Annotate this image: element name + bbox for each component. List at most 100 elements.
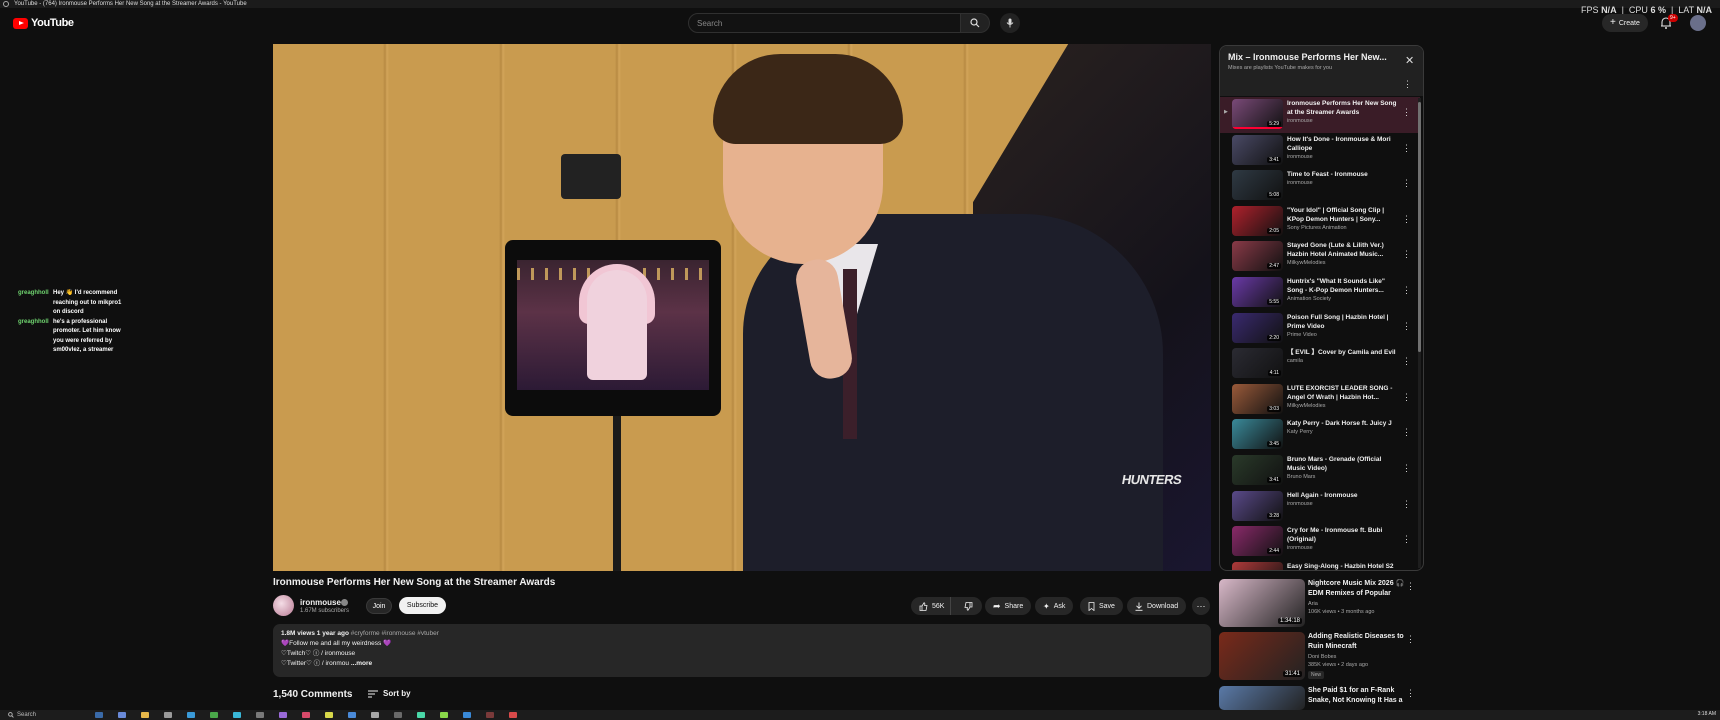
- taskbar-app-icon[interactable]: [279, 712, 287, 718]
- taskbar-app-icon[interactable]: [210, 712, 218, 718]
- playlist-item-thumbnail[interactable]: 5:55: [1232, 276, 1283, 307]
- more-vertical-icon[interactable]: ⋮: [1403, 79, 1412, 90]
- taskbar-app-icon[interactable]: [164, 712, 172, 718]
- playlist-item-title[interactable]: How It's Done - Ironmouse & Mori Calliop…: [1287, 135, 1397, 153]
- more-vertical-icon[interactable]: ⋮: [1406, 634, 1415, 645]
- taskbar-app-icon[interactable]: [256, 712, 264, 718]
- more-vertical-icon[interactable]: ⋮: [1402, 570, 1411, 571]
- playlist-item-thumbnail[interactable]: 3:41: [1232, 134, 1283, 165]
- more-vertical-icon[interactable]: ⋮: [1402, 392, 1411, 403]
- description-link-twitter-text[interactable]: ♡Twitter♡ ⓘ / ironmou: [281, 660, 349, 667]
- create-button[interactable]: + Create: [1602, 14, 1648, 32]
- voice-search-button[interactable]: [1000, 13, 1020, 33]
- taskbar-app-icon[interactable]: [348, 712, 356, 718]
- taskbar-search[interactable]: Search: [8, 711, 36, 719]
- playlist-item-thumbnail[interactable]: 5:29: [1232, 99, 1283, 129]
- more-vertical-icon[interactable]: ⋮: [1406, 688, 1415, 699]
- playlist-item[interactable]: 3:41 How It's Done - Ironmouse & Mori Ca…: [1220, 133, 1420, 169]
- more-vertical-icon[interactable]: ⋮: [1402, 178, 1411, 189]
- more-actions-button[interactable]: ⋯: [1192, 597, 1210, 615]
- playlist-item[interactable]: 3:45 Katy Perry - Dark Horse ft. Juicy J…: [1220, 417, 1420, 453]
- playlist-item[interactable]: 2:20 Poison Full Song | Hazbin Hotel | P…: [1220, 311, 1420, 347]
- hashtags[interactable]: #cryforme #ironmouse #vtuber: [351, 630, 439, 637]
- taskbar-app-icon[interactable]: [187, 712, 195, 718]
- playlist-item[interactable]: 5:55 Huntrix's "What It Sounds Like" Son…: [1220, 275, 1420, 311]
- taskbar-app-icon[interactable]: [463, 712, 471, 718]
- playlist-item-title[interactable]: Stayed Gone (Lute & Lilith Ver.) Hazbin …: [1287, 241, 1397, 259]
- more-vertical-icon[interactable]: ⋮: [1402, 107, 1411, 118]
- more-vertical-icon[interactable]: ⋮: [1402, 285, 1411, 296]
- taskbar-app-icon[interactable]: [486, 712, 494, 718]
- taskbar-app-icon[interactable]: [417, 712, 425, 718]
- show-more-link[interactable]: ...more: [351, 660, 372, 667]
- playlist-item-thumbnail[interactable]: 4:11: [1232, 348, 1283, 379]
- playlist-item-thumbnail[interactable]: 3:03: [1232, 383, 1283, 414]
- like-button[interactable]: 56K: [911, 597, 951, 615]
- search-input[interactable]: Search: [688, 13, 961, 33]
- playlist-item-thumbnail[interactable]: 2:05: [1232, 205, 1283, 236]
- recommended-channel[interactable]: Aria: [1308, 601, 1318, 607]
- subscribe-button[interactable]: Subscribe: [399, 597, 446, 614]
- taskbar-app-icon[interactable]: [509, 712, 517, 718]
- playlist-item-title[interactable]: Easy Sing-Along - Hazbin Hotel S2 | Prim…: [1287, 562, 1397, 570]
- more-vertical-icon[interactable]: ⋮: [1402, 249, 1411, 260]
- playlist-item-title[interactable]: Time to Feast - Ironmouse: [1287, 170, 1397, 179]
- more-vertical-icon[interactable]: ⋮: [1402, 534, 1411, 545]
- taskbar-app-icon[interactable]: [233, 712, 241, 718]
- playlist-item-title[interactable]: 【 EVIL 】Cover by Camila and Evil: [1287, 348, 1397, 357]
- description-link-twitch[interactable]: ♡Twitch♡ ⓘ / ironmouse: [281, 649, 1203, 659]
- playlist-item-thumbnail[interactable]: [1232, 561, 1283, 570]
- taskbar-app-icon[interactable]: [95, 712, 103, 718]
- close-icon[interactable]: ✕: [1405, 56, 1415, 67]
- ask-button[interactable]: ✦ Ask: [1035, 597, 1074, 615]
- recommended-thumbnail[interactable]: 31:41: [1219, 632, 1305, 680]
- taskbar-app-icon[interactable]: [440, 712, 448, 718]
- playlist-item[interactable]: 3:41 Bruno Mars - Grenade (Official Musi…: [1220, 453, 1420, 489]
- more-vertical-icon[interactable]: ⋮: [1402, 321, 1411, 332]
- playlist-item[interactable]: ▶ 5:29 Ironmouse Performs Her New Song a…: [1220, 97, 1420, 133]
- playlist-item[interactable]: 2:44 Cry for Me - Ironmouse ft. Bubi (Or…: [1220, 524, 1420, 560]
- playlist-item[interactable]: 3:03 LUTE EXORCIST LEADER SONG - Angel O…: [1220, 382, 1420, 418]
- dislike-button[interactable]: [955, 597, 982, 615]
- taskbar-app-icon[interactable]: [141, 712, 149, 718]
- playlist-item[interactable]: 2:47 Stayed Gone (Lute & Lilith Ver.) Ha…: [1220, 239, 1420, 275]
- playlist-item[interactable]: Easy Sing-Along - Hazbin Hotel S2 | Prim…: [1220, 560, 1420, 571]
- playlist-item-title[interactable]: Bruno Mars - Grenade (Official Music Vid…: [1287, 455, 1397, 473]
- taskbar-app-icon[interactable]: [325, 712, 333, 718]
- join-button[interactable]: Join: [366, 598, 392, 614]
- sort-comments-button[interactable]: Sort by: [368, 689, 411, 698]
- share-button[interactable]: ➦ Share: [985, 597, 1032, 615]
- playlist-item[interactable]: 3:28 Hell Again - Ironmouse ironmouse ⋮: [1220, 489, 1420, 525]
- playlist-item-title[interactable]: Huntrix's "What It Sounds Like" Song - K…: [1287, 277, 1397, 295]
- playlist-item-title[interactable]: Katy Perry - Dark Horse ft. Juicy J: [1287, 419, 1397, 428]
- taskbar-app-icon[interactable]: [394, 712, 402, 718]
- taskbar-app-icon[interactable]: [302, 712, 310, 718]
- account-avatar[interactable]: [1690, 15, 1706, 31]
- recommended-video[interactable]: She Paid $1 for an F-Rank Snake, Not Kno…: [1219, 686, 1424, 710]
- playlist-item[interactable]: 2:05 "Your Idol" | Official Song Clip | …: [1220, 204, 1420, 240]
- more-vertical-icon[interactable]: ⋮: [1406, 581, 1415, 592]
- playlist-item-thumbnail[interactable]: 2:47: [1232, 241, 1283, 272]
- channel-name[interactable]: ironmouse: [300, 598, 341, 607]
- recommended-thumbnail[interactable]: [1219, 686, 1305, 710]
- more-vertical-icon[interactable]: ⋮: [1402, 356, 1411, 367]
- recommended-thumbnail[interactable]: 1:34:18: [1219, 579, 1305, 627]
- playlist-item-thumbnail[interactable]: 3:41: [1232, 454, 1283, 485]
- playlist-title[interactable]: Mix – Ironmouse Performs Her New...: [1228, 52, 1415, 62]
- more-vertical-icon[interactable]: ⋮: [1402, 143, 1411, 154]
- youtube-logo[interactable]: YouTube: [13, 17, 74, 29]
- playlist-item-thumbnail[interactable]: 2:20: [1232, 312, 1283, 343]
- playlist-item[interactable]: 5:08 Time to Feast - Ironmouse ironmouse…: [1220, 168, 1420, 204]
- more-vertical-icon[interactable]: ⋮: [1402, 499, 1411, 510]
- playlist-item[interactable]: 4:11 【 EVIL 】Cover by Camila and Evil ca…: [1220, 346, 1420, 382]
- playlist-item-title[interactable]: Poison Full Song | Hazbin Hotel | Prime …: [1287, 313, 1397, 331]
- recommended-title[interactable]: Adding Realistic Diseases to Ruin Minecr…: [1308, 632, 1410, 652]
- recommended-title[interactable]: Nightcore Music Mix 2026 🎧 EDM Remixes o…: [1308, 579, 1410, 599]
- recommended-channel[interactable]: Doni Bobes: [1308, 654, 1336, 660]
- recommended-title[interactable]: She Paid $1 for an F-Rank Snake, Not Kno…: [1308, 686, 1410, 706]
- description-box[interactable]: 1.8M views 1 year ago #cryforme #ironmou…: [273, 624, 1211, 677]
- save-button[interactable]: Save: [1080, 597, 1123, 615]
- more-vertical-icon[interactable]: ⋮: [1402, 214, 1411, 225]
- playlist-item-title[interactable]: Hell Again - Ironmouse: [1287, 491, 1397, 500]
- playlist-item-thumbnail[interactable]: 3:45: [1232, 419, 1283, 450]
